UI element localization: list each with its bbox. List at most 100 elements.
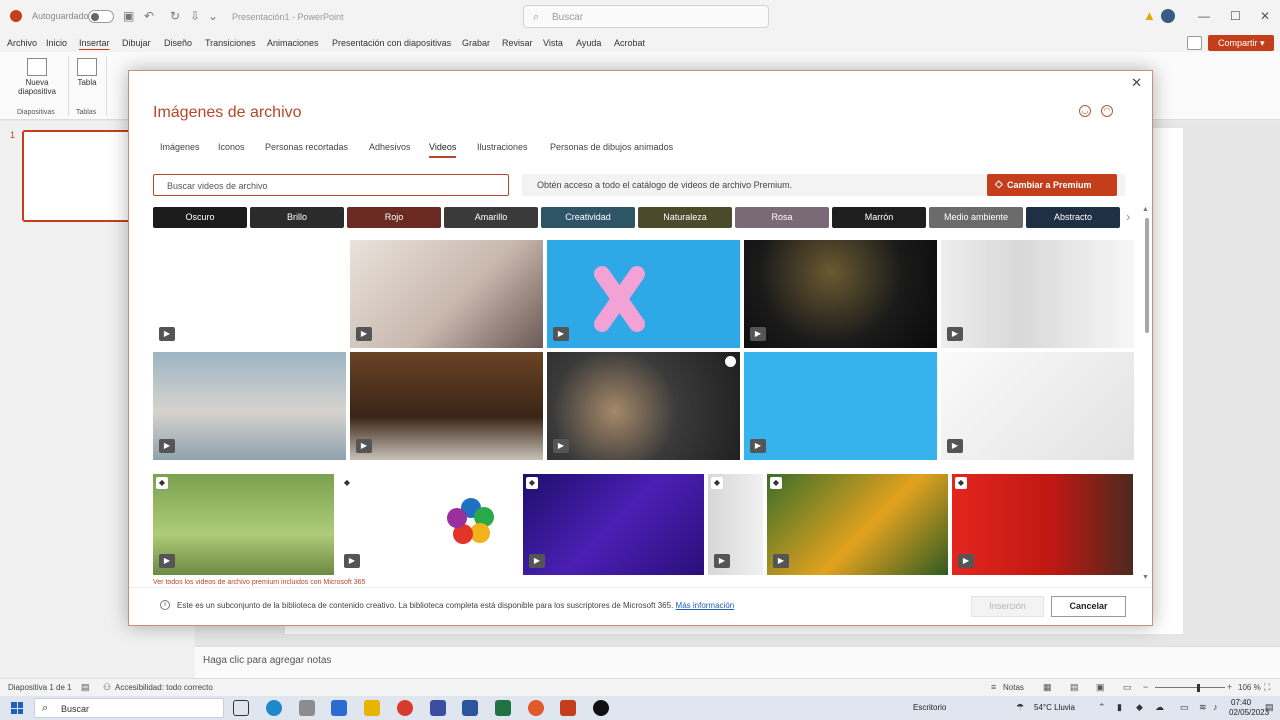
store-icon[interactable] [331, 700, 347, 716]
tab-grabar[interactable]: Grabar [462, 38, 490, 48]
cloud-icon[interactable]: ☁ [1155, 702, 1164, 713]
warning-icon[interactable]: ▲ [1143, 8, 1156, 23]
app-icon[interactable] [593, 700, 609, 716]
video-tile-purple[interactable]: ◆ ▶ [523, 474, 704, 575]
insert-button[interactable]: Inserción [971, 596, 1044, 617]
chip-naturaleza[interactable]: Naturaleza [638, 207, 732, 228]
share-button[interactable]: Compartir ▾ [1208, 35, 1274, 51]
zoom-level[interactable]: 106 % [1238, 683, 1261, 692]
minimize-icon[interactable]: — [1198, 9, 1210, 23]
pen-tool-icon[interactable] [299, 700, 315, 716]
tab-presentacion[interactable]: Presentación con diapositivas [332, 38, 451, 48]
tab-iconos[interactable]: Iconos [218, 142, 245, 152]
tab-revisar[interactable]: Revisar [502, 38, 533, 48]
tab-personas-dibujos-animados[interactable]: Personas de dibujos animados [550, 142, 673, 152]
fit-slide-icon[interactable]: ⛶ [1264, 682, 1270, 693]
clock-time[interactable]: 07:40 [1231, 698, 1251, 707]
chip-oscuro[interactable]: Oscuro [153, 207, 247, 228]
undo-icon[interactable]: ↶ [144, 9, 154, 23]
slideshow-view-icon[interactable]: ▭ [1123, 682, 1132, 693]
notes-icon[interactable]: ≡ [991, 682, 996, 692]
tab-inicio[interactable]: Inicio [46, 38, 67, 48]
save-icon[interactable]: ▣ [123, 9, 134, 23]
edge-icon[interactable] [266, 700, 282, 716]
video-tile-kids-drawing[interactable]: ▶ [350, 240, 543, 348]
video-tile-logo[interactable]: ◆ ▶ [338, 474, 519, 575]
tab-diseno[interactable]: Diseño [164, 38, 192, 48]
video-tile-blank[interactable]: ▶ [153, 240, 346, 348]
chip-abstracto[interactable]: Abstracto [1026, 207, 1120, 228]
see-all-premium-link[interactable]: Ver todos los videos de archivo premium … [153, 579, 365, 586]
smile-feedback-icon[interactable]: ◡ [1079, 105, 1091, 117]
task-view-icon[interactable] [233, 700, 249, 716]
video-tile-flowers[interactable]: ◆ ▶ [767, 474, 948, 575]
scroll-up-icon[interactable]: ▲ [1142, 206, 1149, 213]
title-search-box[interactable]: ⌕ Buscar [523, 5, 769, 28]
present-icon[interactable]: ⇩ [190, 9, 200, 23]
windows-start-icon[interactable] [11, 702, 23, 714]
weather-text[interactable]: 54°C Lluvia [1034, 703, 1075, 712]
comments-button[interactable] [1187, 36, 1202, 50]
chip-marron[interactable]: Marrón [832, 207, 926, 228]
close-icon[interactable]: ✕ [1131, 75, 1142, 91]
tab-transiciones[interactable]: Transiciones [205, 38, 256, 48]
video-tile-office[interactable]: ▶ [941, 240, 1134, 348]
tab-acrobat[interactable]: Acrobat [614, 38, 645, 48]
show-hidden-icons-icon[interactable]: ⌃ [1098, 702, 1106, 713]
tab-dibujar[interactable]: Dibujar [122, 38, 151, 48]
tab-archivo[interactable]: Archivo [7, 38, 37, 48]
word-icon[interactable] [462, 700, 478, 716]
clock-date[interactable]: 02/05/2023 [1229, 708, 1269, 717]
spellcheck-icon[interactable]: ▤ [81, 682, 90, 693]
chip-amarillo[interactable]: Amarillo [444, 207, 538, 228]
video-tile-sparkler[interactable]: ▶ [744, 240, 937, 348]
autosave-toggle[interactable] [88, 10, 114, 23]
customize-toolbar-icon[interactable]: ⌄ [208, 9, 218, 23]
tab-vista[interactable]: Vista [543, 38, 563, 48]
excel-icon[interactable] [495, 700, 511, 716]
dialog-scrollbar[interactable]: ▲ ▼ [1142, 206, 1150, 583]
chip-medio-ambiente[interactable]: Medio ambiente [929, 207, 1023, 228]
file-explorer-icon[interactable] [364, 700, 380, 716]
video-tile-ornaments[interactable]: ▶ [744, 352, 937, 460]
reading-view-icon[interactable]: ▣ [1096, 682, 1105, 693]
scroll-thumb[interactable] [1145, 218, 1149, 333]
powerpoint-taskbar-icon[interactable] [560, 700, 576, 716]
taskbar-search[interactable]: ⌕ Buscar [34, 698, 224, 718]
chip-rojo[interactable]: Rojo [347, 207, 441, 228]
tab-animaciones[interactable]: Animaciones [267, 38, 319, 48]
accessibility-icon[interactable]: ⚇ [103, 682, 111, 693]
chrome-profile-icon[interactable] [528, 700, 544, 716]
desktop-label[interactable]: Escritorio [913, 703, 946, 712]
slide-thumbnail[interactable] [22, 130, 134, 222]
video-tile-chocolates[interactable]: ◆ ▶ [952, 474, 1133, 575]
redo-icon[interactable]: ↻ [170, 9, 180, 23]
chip-brillo[interactable]: Brillo [250, 207, 344, 228]
sorter-view-icon[interactable]: ▤ [1070, 682, 1079, 693]
maximize-icon[interactable]: ☐ [1230, 9, 1241, 23]
notes-toggle[interactable]: Notas [1003, 683, 1024, 692]
tab-imagenes[interactable]: Imágenes [160, 142, 200, 152]
chip-rosa[interactable]: Rosa [735, 207, 829, 228]
accessibility-status[interactable]: Accesibilidad: todo correcto [115, 683, 213, 692]
volume-icon[interactable]: ♪ [1213, 702, 1218, 712]
video-tile-cat[interactable]: ▶ [547, 352, 740, 460]
tab-videos[interactable]: Videos [429, 142, 457, 158]
zoom-in-icon[interactable]: + [1227, 682, 1232, 692]
tab-ilustraciones[interactable]: Ilustraciones [477, 142, 528, 152]
network-icon[interactable]: ▮ [1117, 702, 1122, 713]
chip-creatividad[interactable]: Creatividad [541, 207, 635, 228]
video-tile-gray[interactable]: ◆ ▶ [708, 474, 763, 575]
zoom-out-icon[interactable]: − [1143, 682, 1148, 692]
chevron-right-icon[interactable]: › [1126, 209, 1130, 224]
wifi-icon[interactable]: ≋ [1199, 702, 1207, 713]
chrome-icon[interactable] [397, 700, 413, 716]
video-tile-megaphone[interactable]: ▶ [941, 352, 1134, 460]
tab-personas-recortadas[interactable]: Personas recortadas [265, 142, 348, 152]
zoom-slider-thumb[interactable] [1197, 684, 1200, 692]
video-tile-pink-x[interactable]: ▶ [547, 240, 740, 348]
user-avatar[interactable] [1161, 9, 1175, 23]
video-tile-meerkat[interactable]: ◆ ▶ [153, 474, 334, 575]
video-search-input[interactable]: Buscar videos de archivo [153, 174, 509, 196]
teams-icon[interactable] [430, 700, 446, 716]
